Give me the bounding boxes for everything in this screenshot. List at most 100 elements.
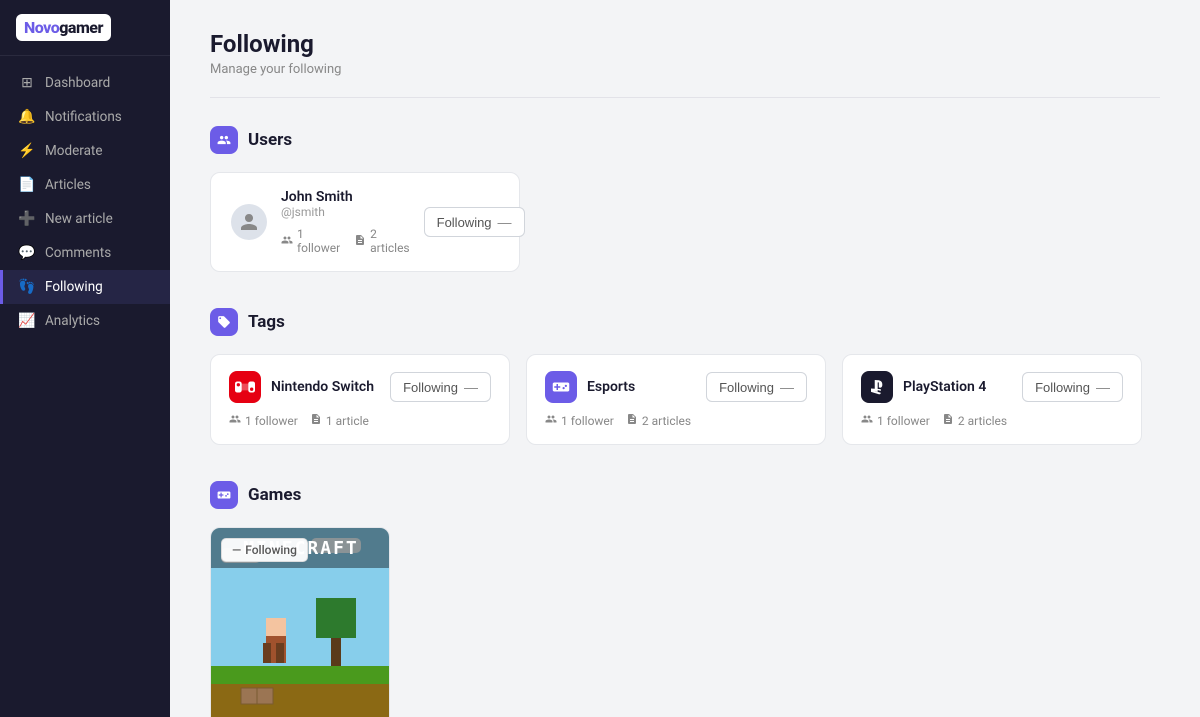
followers-icon: [281, 234, 293, 249]
tag-name-area: Esports: [545, 371, 635, 403]
tag-name-area: Nintendo Switch: [229, 371, 374, 403]
nintendo-following-button[interactable]: Following —: [390, 372, 491, 402]
sidebar-item-label: Moderate: [45, 143, 103, 159]
tag-meta: 1 follower 1 article: [229, 413, 491, 428]
games-section-title: Games: [248, 485, 301, 505]
articles-label: 2 articles: [370, 227, 409, 255]
tag-followers: 1 follower: [545, 413, 614, 428]
tag-header: Esports Following —: [545, 371, 807, 403]
tag-card-playstation-4: PlayStation 4 Following — 1 follower: [842, 354, 1142, 445]
tag-name: Nintendo Switch: [271, 379, 374, 395]
minus-icon: —: [464, 379, 478, 395]
game-cover: MINECRAFT — Following Port: [211, 528, 389, 717]
logo-area: Novogamer: [0, 0, 170, 56]
logo-text: Novogamer: [24, 18, 103, 37]
followers-icon: [861, 413, 873, 428]
sidebar-item-analytics[interactable]: 📈 Analytics: [0, 304, 170, 338]
user-following-button[interactable]: Following —: [424, 207, 525, 237]
sidebar-item-articles[interactable]: 📄 Articles: [0, 168, 170, 202]
tag-meta: 1 follower 2 articles: [545, 413, 807, 428]
ps4-following-button[interactable]: Following —: [1022, 372, 1123, 402]
tags-section-icon: [210, 308, 238, 336]
page-title: Following: [210, 30, 1160, 58]
following-label: Following: [245, 543, 297, 557]
sidebar-item-following[interactable]: 👣 Following: [0, 270, 170, 304]
following-label: Following: [1035, 380, 1090, 395]
esports-icon: [545, 371, 577, 403]
users-section: Users John Smith @jsmith 1 follower: [210, 126, 1160, 272]
comments-icon: 💬: [19, 245, 35, 261]
sidebar-item-comments[interactable]: 💬 Comments: [0, 236, 170, 270]
avatar: [231, 204, 267, 240]
analytics-icon: 📈: [19, 313, 35, 329]
games-section: Games: [210, 481, 1160, 717]
user-meta: 1 follower 2 articles: [281, 227, 410, 255]
articles-count: 2 articles: [354, 227, 409, 255]
tags-section: Tags: [210, 308, 1160, 445]
sidebar-item-moderate[interactable]: ⚡ Moderate: [0, 134, 170, 168]
articles-icon: [354, 234, 366, 249]
game-following-button[interactable]: — Following: [221, 538, 308, 562]
dashboard-icon: ⊞: [19, 75, 35, 91]
following-label: Following: [719, 380, 774, 395]
users-section-header: Users: [210, 126, 1160, 154]
sidebar-item-notifications[interactable]: 🔔 Notifications: [0, 100, 170, 134]
tag-articles: 1 article: [310, 413, 369, 428]
minus-icon: —: [232, 543, 241, 557]
followers-label: 1 follower: [297, 227, 340, 255]
moderate-icon: ⚡: [19, 143, 35, 159]
tag-header: Nintendo Switch Following —: [229, 371, 491, 403]
sidebar-item-label: Comments: [45, 245, 111, 261]
new-article-icon: ➕: [19, 211, 35, 227]
user-card: John Smith @jsmith 1 follower 2 articles: [210, 172, 520, 272]
articles-icon: [942, 413, 954, 428]
following-icon: 👣: [19, 279, 35, 295]
tags-section-title: Tags: [248, 312, 285, 332]
tag-name: Esports: [587, 379, 635, 395]
sidebar-item-new-article[interactable]: ➕ New article: [0, 202, 170, 236]
logo: Novogamer: [16, 14, 111, 41]
minus-icon: —: [780, 379, 794, 395]
user-name: John Smith: [281, 189, 410, 205]
followers-icon: [545, 413, 557, 428]
games-section-icon: [210, 481, 238, 509]
user-handle: @jsmith: [281, 205, 410, 219]
following-label: Following: [403, 380, 458, 395]
sidebar-navigation: ⊞ Dashboard 🔔 Notifications ⚡ Moderate 📄…: [0, 56, 170, 717]
followers-count: 1 follower: [281, 227, 340, 255]
sidebar-item-label: Analytics: [45, 313, 100, 329]
articles-icon: 📄: [19, 177, 35, 193]
sidebar-item-dashboard[interactable]: ⊞ Dashboard: [0, 66, 170, 100]
tag-card-nintendo-switch: Nintendo Switch Following — 1 follower: [210, 354, 510, 445]
tag-card-esports: Esports Following — 1 follower: [526, 354, 826, 445]
tag-followers: 1 follower: [229, 413, 298, 428]
following-label: Following: [437, 215, 492, 230]
page-subtitle: Manage your following: [210, 62, 1160, 77]
users-section-icon: [210, 126, 238, 154]
game-card-minecraft: MINECRAFT — Following Port Minecraft: [210, 527, 390, 717]
tag-name: PlayStation 4: [903, 379, 986, 395]
esports-following-button[interactable]: Following —: [706, 372, 807, 402]
games-section-header: Games: [210, 481, 1160, 509]
tag-articles: 2 articles: [942, 413, 1007, 428]
tag-meta: 1 follower 2 articles: [861, 413, 1123, 428]
tags-grid: Nintendo Switch Following — 1 follower: [210, 354, 1160, 445]
user-info: John Smith @jsmith 1 follower 2 articles: [281, 189, 410, 255]
minus-icon: —: [1096, 379, 1110, 395]
sidebar-item-label: Following: [45, 279, 103, 295]
tag-header: PlayStation 4 Following —: [861, 371, 1123, 403]
playstation-icon: [861, 371, 893, 403]
articles-icon: [626, 413, 638, 428]
followers-icon: [229, 413, 241, 428]
sidebar: Novogamer ⊞ Dashboard 🔔 Notifications ⚡ …: [0, 0, 170, 717]
nintendo-switch-icon: [229, 371, 261, 403]
main-content: Following Manage your following Users Jo…: [170, 0, 1200, 717]
divider: [210, 97, 1160, 98]
articles-icon: [310, 413, 322, 428]
tag-articles: 2 articles: [626, 413, 691, 428]
sidebar-item-label: Articles: [45, 177, 91, 193]
sidebar-item-label: Notifications: [45, 109, 122, 125]
tag-followers: 1 follower: [861, 413, 930, 428]
notifications-icon: 🔔: [19, 109, 35, 125]
sidebar-item-label: New article: [45, 211, 113, 227]
